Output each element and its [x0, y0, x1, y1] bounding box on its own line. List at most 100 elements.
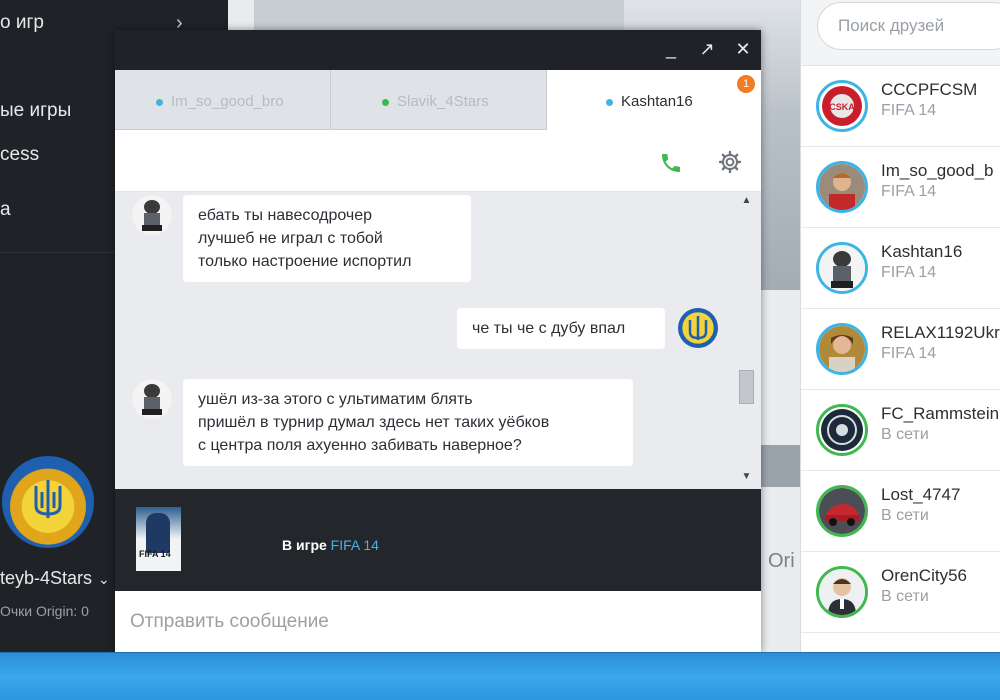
message-input[interactable] — [115, 591, 761, 652]
sidebar-item-label: ые игры — [0, 100, 72, 121]
presence-dot-icon — [606, 99, 613, 106]
message-line: пришёл в турнир думал здесь нет таких уё… — [198, 414, 550, 431]
tab-label: Im_so_good_bro — [171, 93, 284, 110]
friend-avatar — [816, 242, 868, 294]
own-avatar[interactable] — [678, 308, 718, 348]
chat-window: _ ↗ ✕ Im_so_good_bro Slavik_4Stars Kasht… — [115, 30, 761, 652]
friend-avatar — [816, 404, 868, 456]
friend-avatar — [816, 161, 868, 213]
gear-icon[interactable] — [718, 150, 742, 174]
friend-status: В сети — [881, 426, 929, 443]
friends-search-input[interactable] — [817, 2, 1000, 50]
friend-name: FC_Rammstein — [881, 404, 1000, 423]
friend-name: OrenCity56 — [881, 566, 967, 585]
sidebar-item-label: cess — [0, 144, 40, 165]
friend-status: В сети — [881, 588, 929, 605]
in-game-status: В игре FIFA 14 — [282, 537, 379, 553]
tab-slavik-4stars[interactable]: Slavik_4Stars — [331, 70, 547, 130]
in-game-prefix: В игре — [282, 537, 327, 553]
message-scrollbar[interactable]: ▲ ▼ — [738, 192, 755, 489]
sidebar-item-other[interactable]: а — [0, 199, 11, 221]
friend-status: FIFA 14 — [881, 345, 937, 362]
origin-points: Очки Origin: 0 — [0, 603, 89, 619]
tab-label: Kashtan16 — [621, 93, 693, 110]
sender-avatar[interactable] — [132, 195, 172, 235]
presence-dot-icon — [382, 99, 389, 106]
friend-name: CCCPFCSM — [881, 80, 978, 99]
club-crest-icon — [821, 409, 863, 451]
os-taskbar[interactable] — [0, 652, 1000, 700]
user-avatar[interactable] — [2, 456, 94, 548]
friend-status: В сети — [881, 507, 929, 524]
avatar-character-icon — [142, 200, 162, 231]
message-line: лучшеб не играл с тобой — [198, 230, 383, 247]
sidebar-item-games[interactable]: о игр — [0, 12, 44, 34]
username-label: teyb-4Stars — [0, 568, 93, 588]
tab-kashtan16[interactable]: Kashtan16 — [547, 70, 761, 130]
friend-name: Im_so_good_b — [881, 161, 994, 180]
scroll-thumb[interactable] — [739, 370, 754, 404]
scroll-down-icon[interactable]: ▼ — [738, 470, 755, 484]
friend-item-im-so-good-bro[interactable]: Im_so_good_b FIFA 14 — [801, 147, 1000, 228]
friend-item-kashtan16[interactable]: Kashtan16 FIFA 14 — [801, 228, 1000, 309]
background-strip — [760, 445, 800, 487]
message-bubble: ушёл из-за этого с ультиматим блять приш… — [183, 379, 633, 466]
close-icon[interactable]: ✕ — [732, 38, 754, 60]
friend-name: Lost_4747 — [881, 485, 961, 504]
chevron-down-icon[interactable]: ⌄ — [98, 571, 110, 587]
scroll-up-icon[interactable]: ▲ — [738, 194, 755, 208]
tab-im-so-good-bro[interactable]: Im_so_good_bro — [115, 70, 331, 130]
friend-name: Kashtan16 — [881, 242, 963, 261]
avatar-character-icon — [142, 384, 162, 415]
friends-panel: CSKA CCCPFCSM FIFA 14 Im_so_good_b FIFA … — [800, 0, 1000, 652]
username[interactable]: teyb-4Stars ⌄ — [0, 568, 110, 589]
friend-avatar — [816, 323, 868, 375]
presence-dot-icon — [156, 99, 163, 106]
friend-item-relax1192ukr[interactable]: RELAX1192Ukr FIFA 14 — [801, 309, 1000, 390]
player-figure-icon — [146, 513, 170, 553]
chat-titlebar[interactable]: _ ↗ ✕ — [115, 30, 761, 70]
phone-icon[interactable] — [659, 151, 683, 175]
friend-status: FIFA 14 — [881, 264, 937, 281]
game-link[interactable]: FIFA 14 — [331, 537, 379, 553]
sidebar-item-label: о игр — [0, 12, 44, 33]
friends-search-row — [801, 0, 1000, 66]
friend-avatar: CSKA — [816, 80, 868, 132]
message-line: только настроение испортил — [198, 253, 412, 270]
message-line: ушёл из-за этого с ультиматим блять — [198, 391, 473, 408]
unread-badge: 1 — [737, 75, 755, 93]
sender-avatar[interactable] — [132, 379, 172, 419]
user-photo-icon — [819, 326, 865, 372]
game-cover-label: FIFA 14 — [139, 549, 171, 559]
friend-status: FIFA 14 — [881, 183, 937, 200]
message-line: че ты че с дубу впал — [472, 320, 626, 337]
background-text: Ori — [768, 550, 795, 572]
message-list[interactable]: ебать ты навесодрочер лучшеб не играл с … — [115, 192, 761, 489]
avatar-character-icon — [819, 245, 865, 291]
friend-item-cccpfcsm[interactable]: CSKA CCCPFCSM FIFA 14 — [801, 66, 1000, 147]
trident-emblem-icon — [688, 316, 708, 340]
minimize-icon[interactable]: _ — [660, 38, 682, 60]
friend-item-orencity56[interactable]: OrenCity56 В сети — [801, 552, 1000, 633]
friend-status: FIFA 14 — [881, 102, 937, 119]
message-line: ебать ты навесодрочер — [198, 207, 373, 224]
trident-emblem-icon — [34, 480, 62, 518]
tab-label: Slavik_4Stars — [397, 93, 489, 110]
friend-item-lost-4747[interactable]: Lost_4747 В сети — [801, 471, 1000, 552]
svg-text:CSKA: CSKA — [829, 102, 855, 112]
chat-tabs: Im_so_good_bro Slavik_4Stars Kashtan16 — [115, 70, 761, 130]
message-line: с центра поля ахуенно забивать наверное? — [198, 437, 522, 454]
sidebar-item-label: а — [0, 199, 11, 220]
popout-icon[interactable]: ↗ — [696, 38, 718, 60]
message-bubble-own: че ты че с дубу впал — [457, 308, 665, 349]
player-photo-icon — [819, 164, 865, 210]
friend-name: RELAX1192Ukr — [881, 323, 1000, 342]
sidebar-item-my-games[interactable]: ые игры — [0, 100, 71, 122]
friend-avatar — [816, 485, 868, 537]
game-status-bar: FIFA 14 В игре FIFA 14 — [115, 489, 761, 591]
friend-item-fc-rammstein[interactable]: FC_Rammstein В сети — [801, 390, 1000, 471]
club-crest-icon: CSKA — [822, 86, 862, 126]
game-cover-image[interactable]: FIFA 14 — [136, 507, 181, 571]
message-composer — [115, 591, 761, 652]
sidebar-item-access[interactable]: cess — [0, 144, 39, 166]
